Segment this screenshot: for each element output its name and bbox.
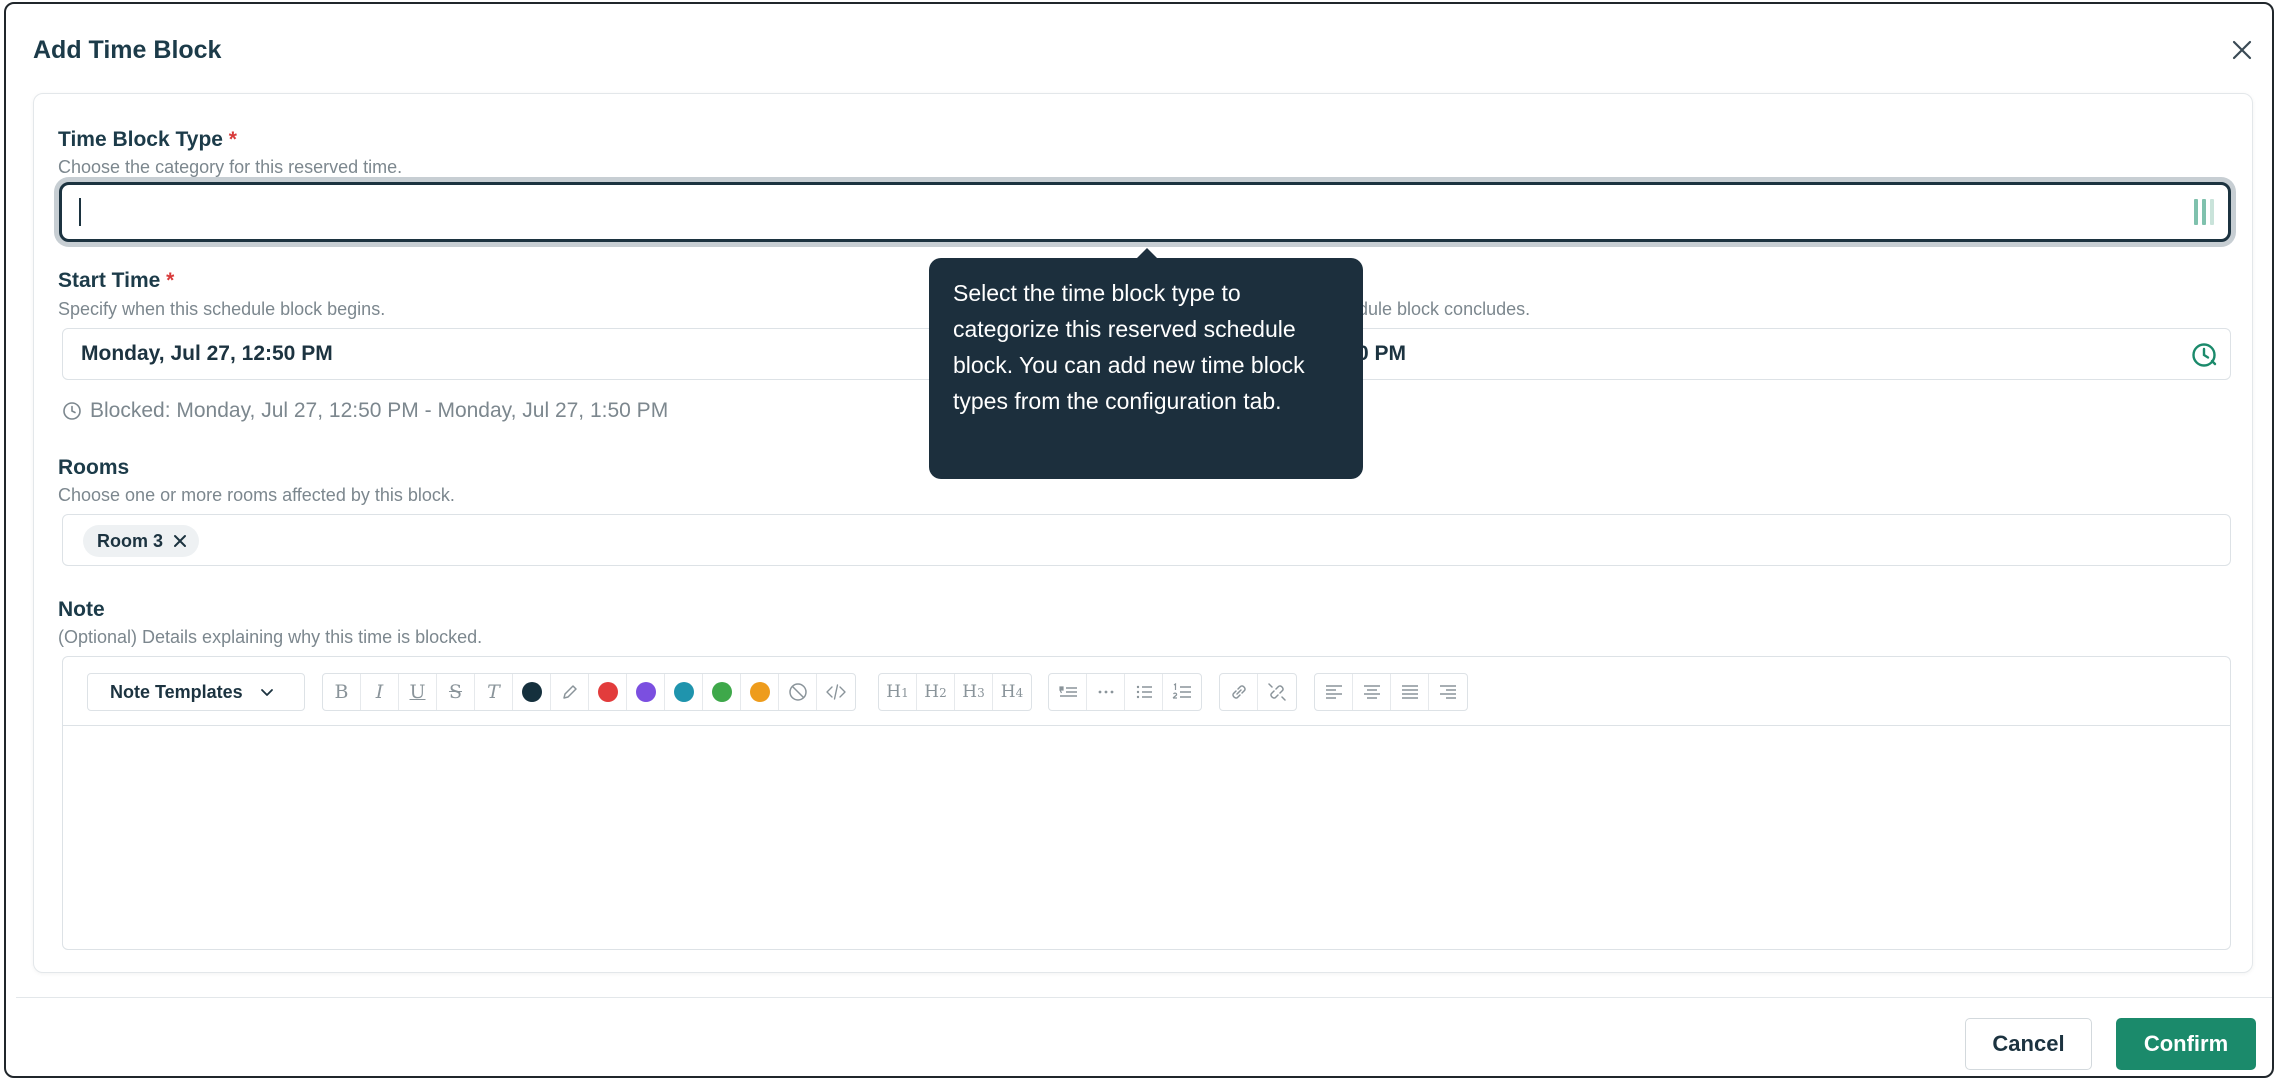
- italic-button[interactable]: I: [361, 674, 399, 710]
- ellipsis-icon: [1098, 690, 1113, 694]
- footer-divider: [16, 997, 2272, 998]
- color-green-button[interactable]: [703, 674, 741, 710]
- heading-1-button[interactable]: H1: [879, 674, 917, 710]
- color-red-swatch: [597, 682, 618, 702]
- remove-icon: [174, 535, 187, 547]
- confirm-button[interactable]: Confirm: [2116, 1018, 2256, 1070]
- align-right-icon: [1440, 685, 1456, 699]
- help-tooltip: Select the time block type to categorize…: [929, 258, 1363, 479]
- format-group: B I U S T: [322, 673, 856, 711]
- color-purple-button[interactable]: [627, 674, 665, 710]
- heading-4-button[interactable]: H4: [993, 674, 1031, 710]
- time-block-type-hint: Choose the category for this reserved ti…: [58, 157, 403, 177]
- bold-icon: B: [334, 681, 349, 703]
- note-text-area[interactable]: [63, 727, 2230, 949]
- room-chip: Room 3: [83, 525, 200, 557]
- italic-icon: I: [375, 681, 384, 703]
- align-justify-icon: [1401, 685, 1418, 699]
- numbered-list-icon: [1172, 682, 1191, 699]
- heading-2-button[interactable]: H2: [917, 674, 955, 710]
- heading-group: H1 H2 H3 H4: [878, 673, 1032, 711]
- heading-4-icon: H4: [1000, 682, 1024, 702]
- note-label: Note: [58, 598, 105, 621]
- heading-3-icon: H3: [962, 682, 985, 702]
- note-editor: Note Templates B I U S T H1 H2 H3 H4: [62, 656, 2231, 950]
- underline-icon: U: [409, 681, 426, 703]
- room-chip-label: Room 3: [97, 530, 164, 551]
- end-time-hint: dule block concludes.: [1358, 299, 1531, 319]
- underline-button[interactable]: U: [399, 674, 437, 710]
- color-purple-swatch: [635, 682, 656, 702]
- color-teal-swatch: [673, 682, 694, 702]
- add-time-block-modal: Add Time Block Time Block Type * Choose …: [4, 2, 2274, 1078]
- unlink-icon: [1268, 683, 1286, 701]
- heading-1-icon: H1: [886, 682, 909, 702]
- link-icon: [1231, 685, 1246, 699]
- note-templates-label: Note Templates: [110, 681, 243, 702]
- clear-format-button[interactable]: T: [475, 674, 513, 710]
- bullet-list-icon: [1136, 685, 1152, 699]
- strikethrough-icon: S: [448, 681, 463, 703]
- block-group: [1048, 673, 1202, 711]
- note-templates-dropdown[interactable]: Note Templates: [87, 673, 305, 711]
- color-orange-swatch: [749, 682, 770, 702]
- pen-icon: [562, 685, 577, 699]
- modal-title: Add Time Block: [33, 36, 222, 64]
- rooms-input[interactable]: Room 3: [62, 514, 2231, 566]
- align-group: [1314, 673, 1468, 711]
- start-time-hint: Specify when this schedule block begins.: [58, 299, 386, 319]
- start-time-label: Start Time *: [58, 269, 175, 292]
- loading-bars-icon: [2194, 199, 2214, 225]
- editor-toolbar: Note Templates B I U S T H1 H2 H3 H4: [63, 657, 2230, 726]
- color-red-button[interactable]: [589, 674, 627, 710]
- code-icon: [826, 684, 846, 700]
- clock-button[interactable]: [2190, 341, 2218, 375]
- bold-button[interactable]: B: [323, 674, 361, 710]
- chevron-down-icon: [260, 689, 273, 696]
- align-right-button[interactable]: [1429, 674, 1467, 710]
- heading-3-button[interactable]: H3: [955, 674, 993, 710]
- align-justify-button[interactable]: [1391, 674, 1429, 710]
- start-time-value: Monday, Jul 27, 12:50 PM: [81, 342, 333, 365]
- heading-2-icon: H2: [924, 682, 947, 702]
- code-button[interactable]: [817, 674, 855, 710]
- blocked-summary: Blocked: Monday, Jul 27, 12:50 PM - Mond…: [62, 399, 668, 423]
- numbered-list-button[interactable]: [1163, 674, 1201, 710]
- clock-small-icon: [63, 402, 81, 420]
- time-block-type-label: Time Block Type *: [58, 128, 237, 151]
- color-dark-button[interactable]: [513, 674, 551, 710]
- color-dark-swatch: [521, 682, 542, 702]
- clock-icon: [2192, 343, 2217, 367]
- align-left-button[interactable]: [1315, 674, 1353, 710]
- remove-room-button[interactable]: [173, 534, 187, 548]
- rooms-hint: Choose one or more rooms affected by thi…: [58, 485, 455, 505]
- align-center-button[interactable]: [1353, 674, 1391, 710]
- align-center-icon: [1363, 685, 1380, 699]
- blockquote-button[interactable]: [1049, 674, 1087, 710]
- color-teal-button[interactable]: [665, 674, 703, 710]
- color-orange-button[interactable]: [741, 674, 779, 710]
- text-caret: [79, 198, 81, 226]
- highlight-button[interactable]: [551, 674, 589, 710]
- align-left-icon: [1325, 685, 1342, 699]
- bullet-list-button[interactable]: [1125, 674, 1163, 710]
- end-time-value: 0 PM: [1357, 342, 1407, 365]
- no-color-button[interactable]: [779, 674, 817, 710]
- cancel-button[interactable]: Cancel: [1965, 1018, 2092, 1070]
- link-group: [1219, 673, 1297, 711]
- strikethrough-button[interactable]: S: [437, 674, 475, 710]
- horizontal-rule-button[interactable]: [1087, 674, 1125, 710]
- rooms-label: Rooms: [58, 456, 130, 479]
- note-hint: (Optional) Details explaining why this t…: [58, 627, 483, 647]
- color-green-swatch: [711, 682, 732, 702]
- insert-link-button[interactable]: [1220, 674, 1258, 710]
- close-icon: [2232, 40, 2252, 60]
- blocked-summary-text: Blocked: Monday, Jul 27, 12:50 PM - Mond…: [90, 399, 669, 422]
- quote-icon: [1058, 686, 1077, 697]
- no-color-icon: [788, 683, 807, 701]
- clear-format-icon: T: [487, 681, 500, 703]
- time-block-type-input[interactable]: [59, 182, 2231, 242]
- close-button[interactable]: [2226, 34, 2258, 66]
- unlink-button[interactable]: [1258, 674, 1296, 710]
